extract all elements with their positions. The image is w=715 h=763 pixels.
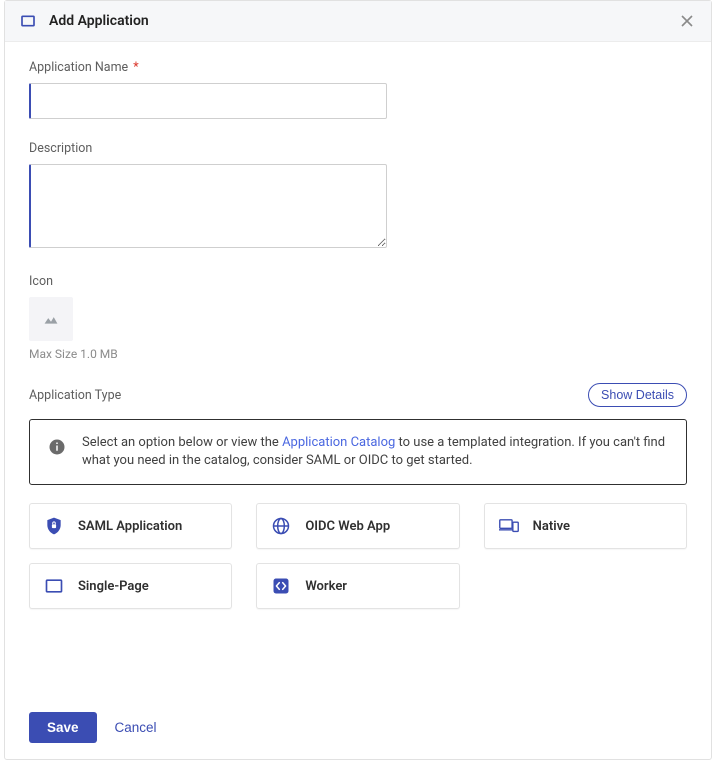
application-name-field: Application Name * (29, 60, 687, 119)
type-card-label: OIDC Web App (305, 519, 390, 534)
application-name-label: Application Name * (29, 60, 687, 75)
info-icon (48, 438, 66, 456)
info-text: Select an option below or view the Appli… (82, 434, 668, 470)
info-text-before: Select an option below or view the (82, 435, 282, 450)
window-icon (19, 12, 37, 30)
type-card-native[interactable]: Native (484, 503, 687, 549)
save-button[interactable]: Save (29, 712, 97, 743)
application-name-input[interactable] (29, 83, 387, 119)
type-card-label: Worker (305, 579, 347, 594)
icon-upload-button[interactable] (29, 297, 73, 341)
type-card-label: SAML Application (78, 519, 182, 534)
dialog-title: Add Application (49, 13, 677, 29)
info-box: Select an option below or view the Appli… (29, 419, 687, 485)
application-type-grid: SAML Application OIDC Web App (29, 503, 687, 609)
icon-field: Icon Max Size 1.0 MB (29, 274, 687, 361)
cancel-button[interactable]: Cancel (115, 720, 157, 735)
description-input[interactable] (29, 164, 387, 248)
type-card-worker[interactable]: Worker (256, 563, 459, 609)
type-card-saml[interactable]: SAML Application (29, 503, 232, 549)
globe-icon (271, 516, 291, 536)
application-catalog-link[interactable]: Application Catalog (282, 435, 395, 450)
type-card-label: Native (533, 519, 570, 534)
type-card-single-page[interactable]: Single-Page (29, 563, 232, 609)
icon-label: Icon (29, 274, 687, 289)
close-button[interactable] (677, 11, 697, 31)
dialog-header: Add Application (5, 1, 711, 42)
show-details-button[interactable]: Show Details (588, 383, 687, 407)
shield-lock-icon (44, 516, 64, 536)
description-field: Description (29, 141, 687, 252)
type-card-oidc[interactable]: OIDC Web App (256, 503, 459, 549)
window-icon (44, 576, 64, 596)
dialog-body: Application Name * Description Icon Max … (5, 42, 711, 696)
description-label: Description (29, 141, 687, 156)
application-name-label-text: Application Name (29, 60, 128, 75)
application-type-label: Application Type (29, 388, 121, 403)
image-placeholder-icon (40, 308, 62, 330)
add-application-dialog: Add Application Application Name * Descr… (4, 0, 712, 760)
dialog-footer: Save Cancel (5, 696, 711, 759)
devices-icon (499, 516, 519, 536)
code-icon (271, 576, 291, 596)
close-icon (681, 15, 693, 27)
application-type-header: Application Type Show Details (29, 383, 687, 407)
required-indicator: * (133, 60, 138, 75)
type-card-label: Single-Page (78, 579, 149, 594)
icon-helper-text: Max Size 1.0 MB (29, 347, 687, 361)
